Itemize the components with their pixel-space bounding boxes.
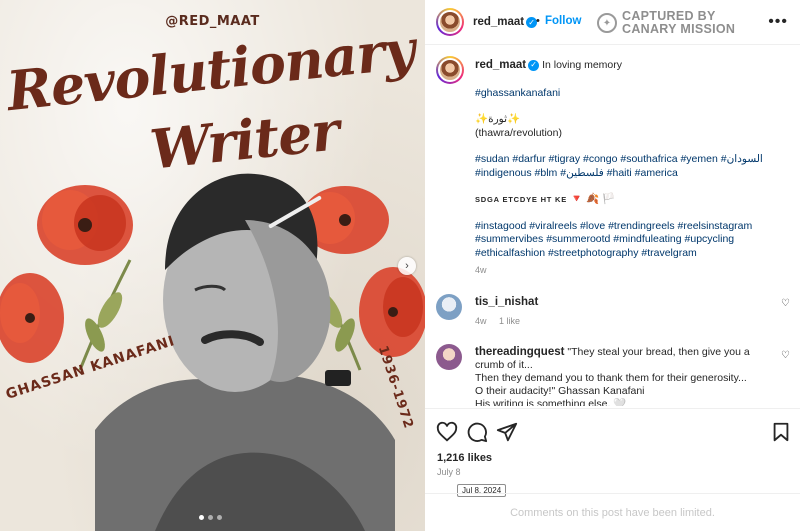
heart-icon[interactable]: ♡ (781, 350, 790, 361)
bookmark-icon[interactable] (770, 421, 792, 443)
header-username[interactable]: red_maat (473, 16, 524, 28)
comment-text-line: O their audacity!" Ghassan Kanafani (475, 385, 645, 397)
post-image[interactable]: @RED_MAAT Revolutionary Writer GHASSAN K… (0, 0, 425, 531)
comment-text-line: Then they demand you to thank them for t… (475, 372, 747, 384)
avatar[interactable] (436, 294, 462, 320)
header-username-row[interactable]: red_maat ✓ (473, 16, 538, 28)
hashtag-link[interactable]: #ghassankanafani (475, 87, 560, 99)
comment-text-line: crumb of it... (475, 359, 533, 371)
post-header: red_maat ✓ • Follow ✦ CAPTURED BY CANARY … (425, 0, 800, 45)
comments-limited-notice: Comments on this post have been limited. (425, 493, 800, 531)
comment-body: thereadingquest "They steal your bread, … (475, 346, 775, 406)
carousel-dot (208, 515, 213, 520)
canary-mission-watermark: ✦ CAPTURED BY CANARY MISSION (597, 10, 735, 36)
avatar[interactable] (436, 8, 464, 36)
post-date[interactable]: July 8 (437, 467, 461, 477)
avatar[interactable] (436, 56, 464, 84)
comment-age[interactable]: 4w (475, 316, 487, 326)
heart-icon[interactable]: ♡ (781, 298, 790, 309)
watermark-line2: CANARY MISSION (622, 22, 736, 36)
comment-username[interactable]: thereadingquest (475, 346, 564, 358)
more-options-icon[interactable]: ••• (768, 13, 788, 31)
carousel-dots (199, 515, 222, 520)
hashtag-line[interactable]: #ethicalfashion #streetphotography #trav… (475, 247, 697, 259)
chevron-right-icon[interactable]: › (398, 257, 416, 275)
caption-text: In loving memory (542, 59, 623, 71)
action-bar (425, 408, 800, 448)
canary-bird-icon: ✦ (597, 13, 617, 33)
post-caption: red_maat ✓ In loving memory #ghassankanaf… (475, 59, 790, 278)
hashtag-line[interactable]: #summervibes #summerootd #mindfuleating … (475, 233, 734, 245)
comment-text-line: "They steal your bread, then give you a (567, 346, 750, 358)
comments-scroll-area[interactable]: red_maat ✓ In loving memory #ghassankanaf… (425, 46, 800, 406)
avatar[interactable] (436, 344, 462, 370)
emoji-row: 🔻 🍂 🏳️ (570, 193, 616, 205)
translation-line: (thawra/revolution) (475, 126, 562, 139)
verified-badge-icon: ✓ (528, 59, 540, 71)
arabic-line: ✨ثورة✨ (475, 113, 521, 125)
comment-meta: 4w 1 like (475, 315, 775, 328)
comment-username[interactable]: tis_i_nishat (475, 296, 538, 308)
hashtag-line[interactable]: #indigenous #blm #فلسطين #haiti #america (475, 167, 678, 179)
small-caps-text: SDGA ETCDYE HT KE (475, 195, 568, 204)
comment-likes[interactable]: 1 like (499, 316, 520, 326)
hashtag-line[interactable]: #sudan #darfur #tigray #congo #southafri… (475, 153, 763, 165)
share-icon[interactable] (496, 421, 518, 443)
carousel-dot (217, 515, 222, 520)
carousel-dot (199, 515, 204, 520)
heart-icon[interactable] (436, 421, 458, 443)
comment-text-line: His writing is something else. 🤍 (475, 398, 627, 406)
likes-count[interactable]: 1,216 likes (437, 452, 492, 464)
comment-body: tis_i_nishat 4w 1 like (475, 296, 775, 328)
caption-age[interactable]: 4w (475, 264, 790, 278)
follow-button[interactable]: Follow (545, 15, 581, 27)
header-separator: • (536, 15, 540, 27)
comment-icon[interactable] (466, 421, 488, 443)
hashtag-line[interactable]: #instagood #viralreels #love #trendingre… (475, 220, 752, 232)
post-side-panel: red_maat ✓ • Follow ✦ CAPTURED BY CANARY … (425, 0, 800, 531)
caption-username[interactable]: red_maat (475, 59, 526, 71)
